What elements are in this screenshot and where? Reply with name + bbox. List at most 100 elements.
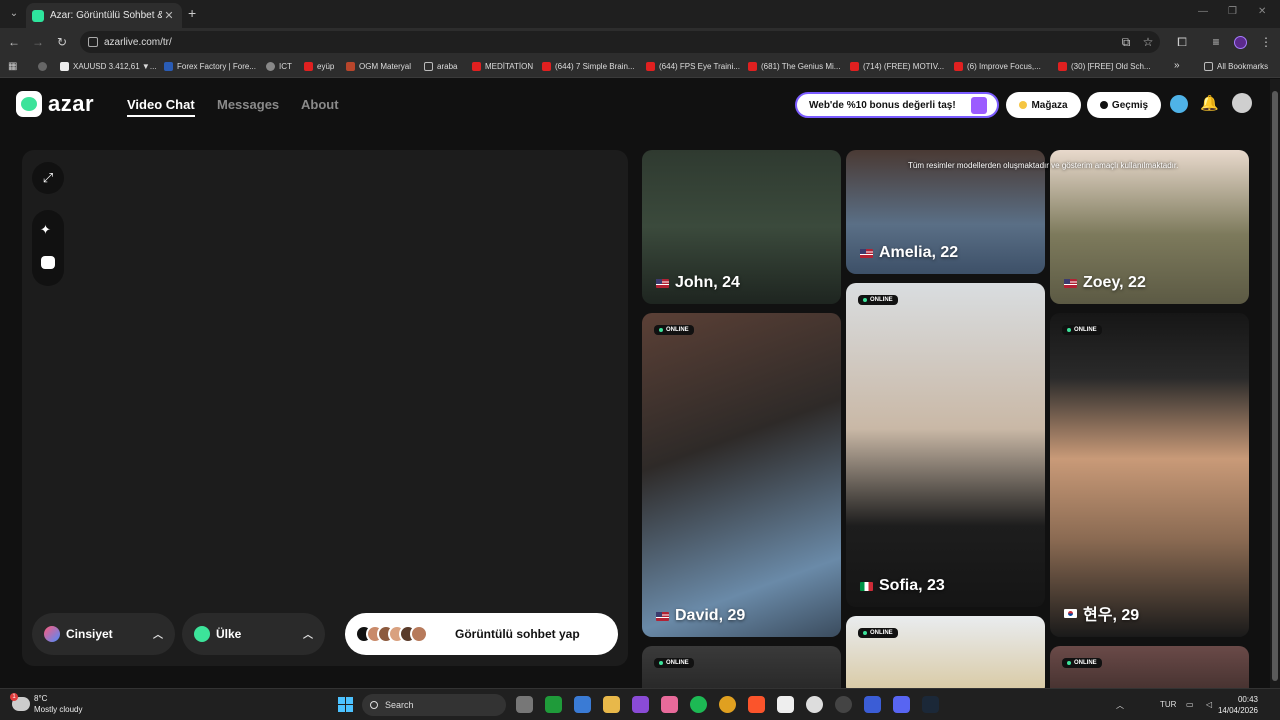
effects-panel: ✦ [32, 210, 64, 286]
bookmark-item[interactable]: (714) (FREE) MOTIV... [850, 62, 944, 71]
bookmark-ax[interactable] [38, 62, 51, 71]
reading-list-icon[interactable]: ≡ [1208, 34, 1224, 50]
bookmark-item[interactable]: XAUUSD 3.412,61 ▼... [60, 62, 157, 71]
expand-icon[interactable]: ⤢ [32, 162, 64, 194]
taskbar-search[interactable]: Search [362, 694, 506, 716]
gender-icon [44, 626, 60, 642]
clock-icon [1099, 101, 1108, 109]
magic-wand-icon[interactable]: ✦ [40, 222, 51, 238]
profile-card[interactable]: ONLINE [642, 646, 841, 688]
country-filter[interactable]: Ülke ︿ [182, 613, 325, 655]
profile-card[interactable]: ONLINE [1050, 646, 1249, 688]
new-tab-icon[interactable]: + [188, 5, 196, 21]
more-bookmarks-icon[interactable]: » [1174, 60, 1180, 71]
app-icon[interactable] [864, 696, 881, 713]
scrollbar-thumb[interactable] [1272, 91, 1278, 681]
bookmark-item[interactable]: araba [424, 62, 457, 71]
tab-search-icon[interactable]: ⌄ [6, 5, 22, 21]
youtube-icon [748, 62, 757, 71]
bookmark-item[interactable]: (6) Improve Focus,... [954, 62, 1041, 71]
task-view-icon[interactable] [516, 696, 533, 713]
profile-card[interactable]: ONLINE Sofia, 23 [846, 283, 1045, 607]
bookmark-item[interactable]: (681) The Genius Mi... [748, 62, 840, 71]
maximize-icon[interactable]: ❐ [1228, 6, 1237, 17]
back-icon[interactable]: ← [6, 34, 22, 50]
file-explorer-icon[interactable] [603, 696, 620, 713]
profile-card[interactable]: John, 24 [642, 150, 841, 304]
opera-gx-icon[interactable] [835, 696, 852, 713]
bookmark-label: ICT [279, 62, 292, 71]
gem-shop-icon[interactable] [1170, 95, 1188, 113]
chrome-icon[interactable] [719, 696, 736, 713]
profile-card[interactable]: ONLINE David, 29 [642, 313, 841, 637]
tradingview-icon[interactable] [777, 696, 794, 713]
store-icon[interactable] [574, 696, 591, 713]
azar-logo[interactable]: azar [16, 91, 94, 117]
bookmark-item[interactable]: OGM Materyal [346, 62, 411, 71]
profile-card[interactable]: ONLINE [846, 616, 1045, 688]
history-button[interactable]: Geçmiş [1087, 92, 1161, 118]
store-label: Mağaza [1031, 99, 1068, 111]
nav-about[interactable]: About [301, 97, 339, 112]
azar-page: azar Video Chat Messages About Web'de %1… [0, 79, 1270, 688]
profile-card[interactable]: ONLINE 현우, 29 [1050, 313, 1249, 637]
bell-icon[interactable]: 🔔 [1200, 95, 1219, 113]
close-window-icon[interactable]: ✕ [1258, 6, 1266, 17]
close-tab-icon[interactable]: ✕ [162, 9, 176, 22]
profile-avatar-icon[interactable] [1232, 34, 1248, 50]
profile-card[interactable]: Zoey, 22 [1050, 150, 1249, 304]
nav-messages[interactable]: Messages [217, 97, 279, 112]
app-icon[interactable] [632, 696, 649, 713]
network-icon[interactable]: ▭ [1186, 700, 1194, 709]
online-badge: ONLINE [858, 295, 898, 305]
browser-menu-icon[interactable]: ⋮ [1258, 34, 1274, 50]
tray-overflow-icon[interactable]: ︿ [1116, 700, 1124, 711]
weather-widget[interactable]: 8°C Mostly cloudy [10, 693, 82, 715]
profile-name: John, 24 [656, 274, 740, 292]
tab-strip: ⌄ Azar: Görüntülü Sohbet & Yeni İ ✕ + — … [0, 0, 1280, 28]
volume-icon[interactable]: ◁ [1206, 700, 1212, 709]
windows-start-icon[interactable] [338, 697, 353, 712]
bookmark-star-icon[interactable]: ☆ [1140, 34, 1156, 50]
browser-tab[interactable]: Azar: Görüntülü Sohbet & Yeni İ ✕ [26, 3, 182, 28]
apps-grid-icon[interactable]: ▦ [8, 61, 17, 72]
nav-video-chat[interactable]: Video Chat [127, 97, 195, 117]
chatgpt-icon[interactable] [806, 696, 823, 713]
all-bookmarks[interactable]: All Bookmarks [1204, 62, 1268, 71]
gender-filter[interactable]: Cinsiyet ︿ [32, 613, 175, 655]
copilot-icon[interactable] [661, 696, 678, 713]
bookmark-item[interactable]: (644) 7 Simple Brain... [542, 62, 635, 71]
bookmark-item[interactable]: MEDİTATİON [472, 62, 533, 71]
steam-icon[interactable] [922, 696, 939, 713]
address-bar[interactable]: azarlive.com/tr/ [80, 31, 1160, 53]
gift-icon [971, 97, 987, 114]
forex-factory-icon [164, 62, 173, 71]
cast-icon[interactable]: ⧉ [1118, 34, 1134, 50]
bookmark-item[interactable]: Forex Factory | Fore... [164, 62, 256, 71]
bookmark-item[interactable]: (30) [FREE] Old Sch... [1058, 62, 1151, 71]
discord-icon[interactable] [893, 696, 910, 713]
minimize-icon[interactable]: — [1198, 6, 1208, 17]
bookmark-item[interactable]: eyüp [304, 62, 334, 71]
start-video-chat-button[interactable]: Görüntülü sohbet yap [345, 613, 618, 655]
profile-avatar[interactable] [1232, 93, 1252, 113]
language-indicator[interactable]: TUR [1160, 700, 1176, 709]
bookmark-item[interactable]: ICT [266, 62, 292, 71]
xbox-icon[interactable] [545, 696, 562, 713]
face-filter-icon[interactable] [41, 256, 55, 269]
youtube-icon [472, 62, 481, 71]
store-button[interactable]: Mağaza [1006, 92, 1081, 118]
page-scrollbar[interactable] [1270, 79, 1280, 688]
profile-name: Sofia, 23 [860, 577, 945, 595]
clock[interactable]: 00:43 14/04/2026 [1218, 694, 1258, 716]
reload-icon[interactable]: ↻ [54, 34, 70, 50]
forward-icon[interactable]: → [30, 34, 46, 50]
promo-banner[interactable]: Web'de %10 bonus değerli taş! [795, 92, 999, 118]
spotify-icon[interactable] [690, 696, 707, 713]
site-info-icon[interactable] [88, 37, 98, 47]
brave-icon[interactable] [748, 696, 765, 713]
bookmark-item[interactable]: (644) FPS Eye Traini... [646, 62, 740, 71]
profile-name: David, 29 [656, 607, 745, 625]
extensions-icon[interactable]: ⧠ [1174, 34, 1190, 50]
bookmark-label: MEDİTATİON [485, 62, 534, 71]
